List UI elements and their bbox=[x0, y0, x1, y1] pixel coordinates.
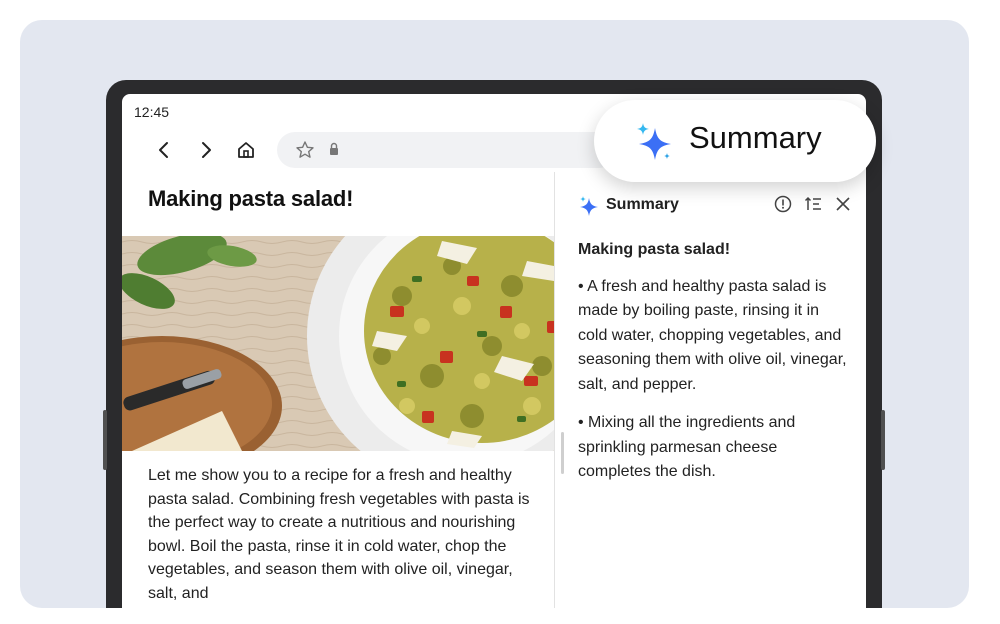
summary-point: • Mixing all the ingredients and sprinkl… bbox=[578, 414, 796, 480]
summary-heading: Making pasta salad! bbox=[578, 241, 731, 258]
status-time: 12:45 bbox=[134, 104, 170, 120]
pasta-salad-photo bbox=[122, 236, 554, 451]
summary-panel-header: Summary bbox=[578, 194, 853, 218]
sparkle-icon bbox=[634, 122, 674, 167]
hinge-right bbox=[881, 410, 885, 470]
star-icon[interactable] bbox=[295, 140, 315, 165]
close-icon[interactable] bbox=[833, 194, 853, 214]
article-body: Let me show you to a recipe for a fresh … bbox=[148, 467, 530, 602]
summary-pill-button[interactable]: Summary bbox=[594, 100, 876, 182]
back-button[interactable] bbox=[150, 136, 178, 164]
home-button[interactable] bbox=[232, 136, 260, 164]
article-pane: Making pasta salad! Let me show you to a… bbox=[122, 172, 554, 608]
summary-pill-label: Summary bbox=[689, 120, 822, 155]
panel-drag-handle[interactable] bbox=[561, 432, 564, 474]
article-title: Making pasta salad! bbox=[148, 186, 354, 211]
forward-button[interactable] bbox=[192, 136, 220, 164]
sort-icon[interactable] bbox=[803, 194, 823, 214]
lock-icon bbox=[329, 142, 339, 161]
summary-panel-title: Summary bbox=[606, 196, 679, 213]
home-icon bbox=[238, 142, 254, 158]
summary-panel: Summary Making pasta salad! • A fresh an… bbox=[555, 172, 866, 608]
summary-point: • A fresh and healthy pasta salad is mad… bbox=[578, 277, 847, 393]
hinge-left bbox=[103, 410, 107, 470]
chevron-left-icon bbox=[159, 142, 168, 158]
sparkle-icon bbox=[578, 195, 600, 222]
summary-content: Making pasta salad! • A fresh and health… bbox=[578, 238, 848, 499]
chevron-right-icon bbox=[202, 142, 211, 158]
url-bar[interactable] bbox=[277, 132, 617, 168]
info-icon[interactable] bbox=[773, 194, 793, 214]
